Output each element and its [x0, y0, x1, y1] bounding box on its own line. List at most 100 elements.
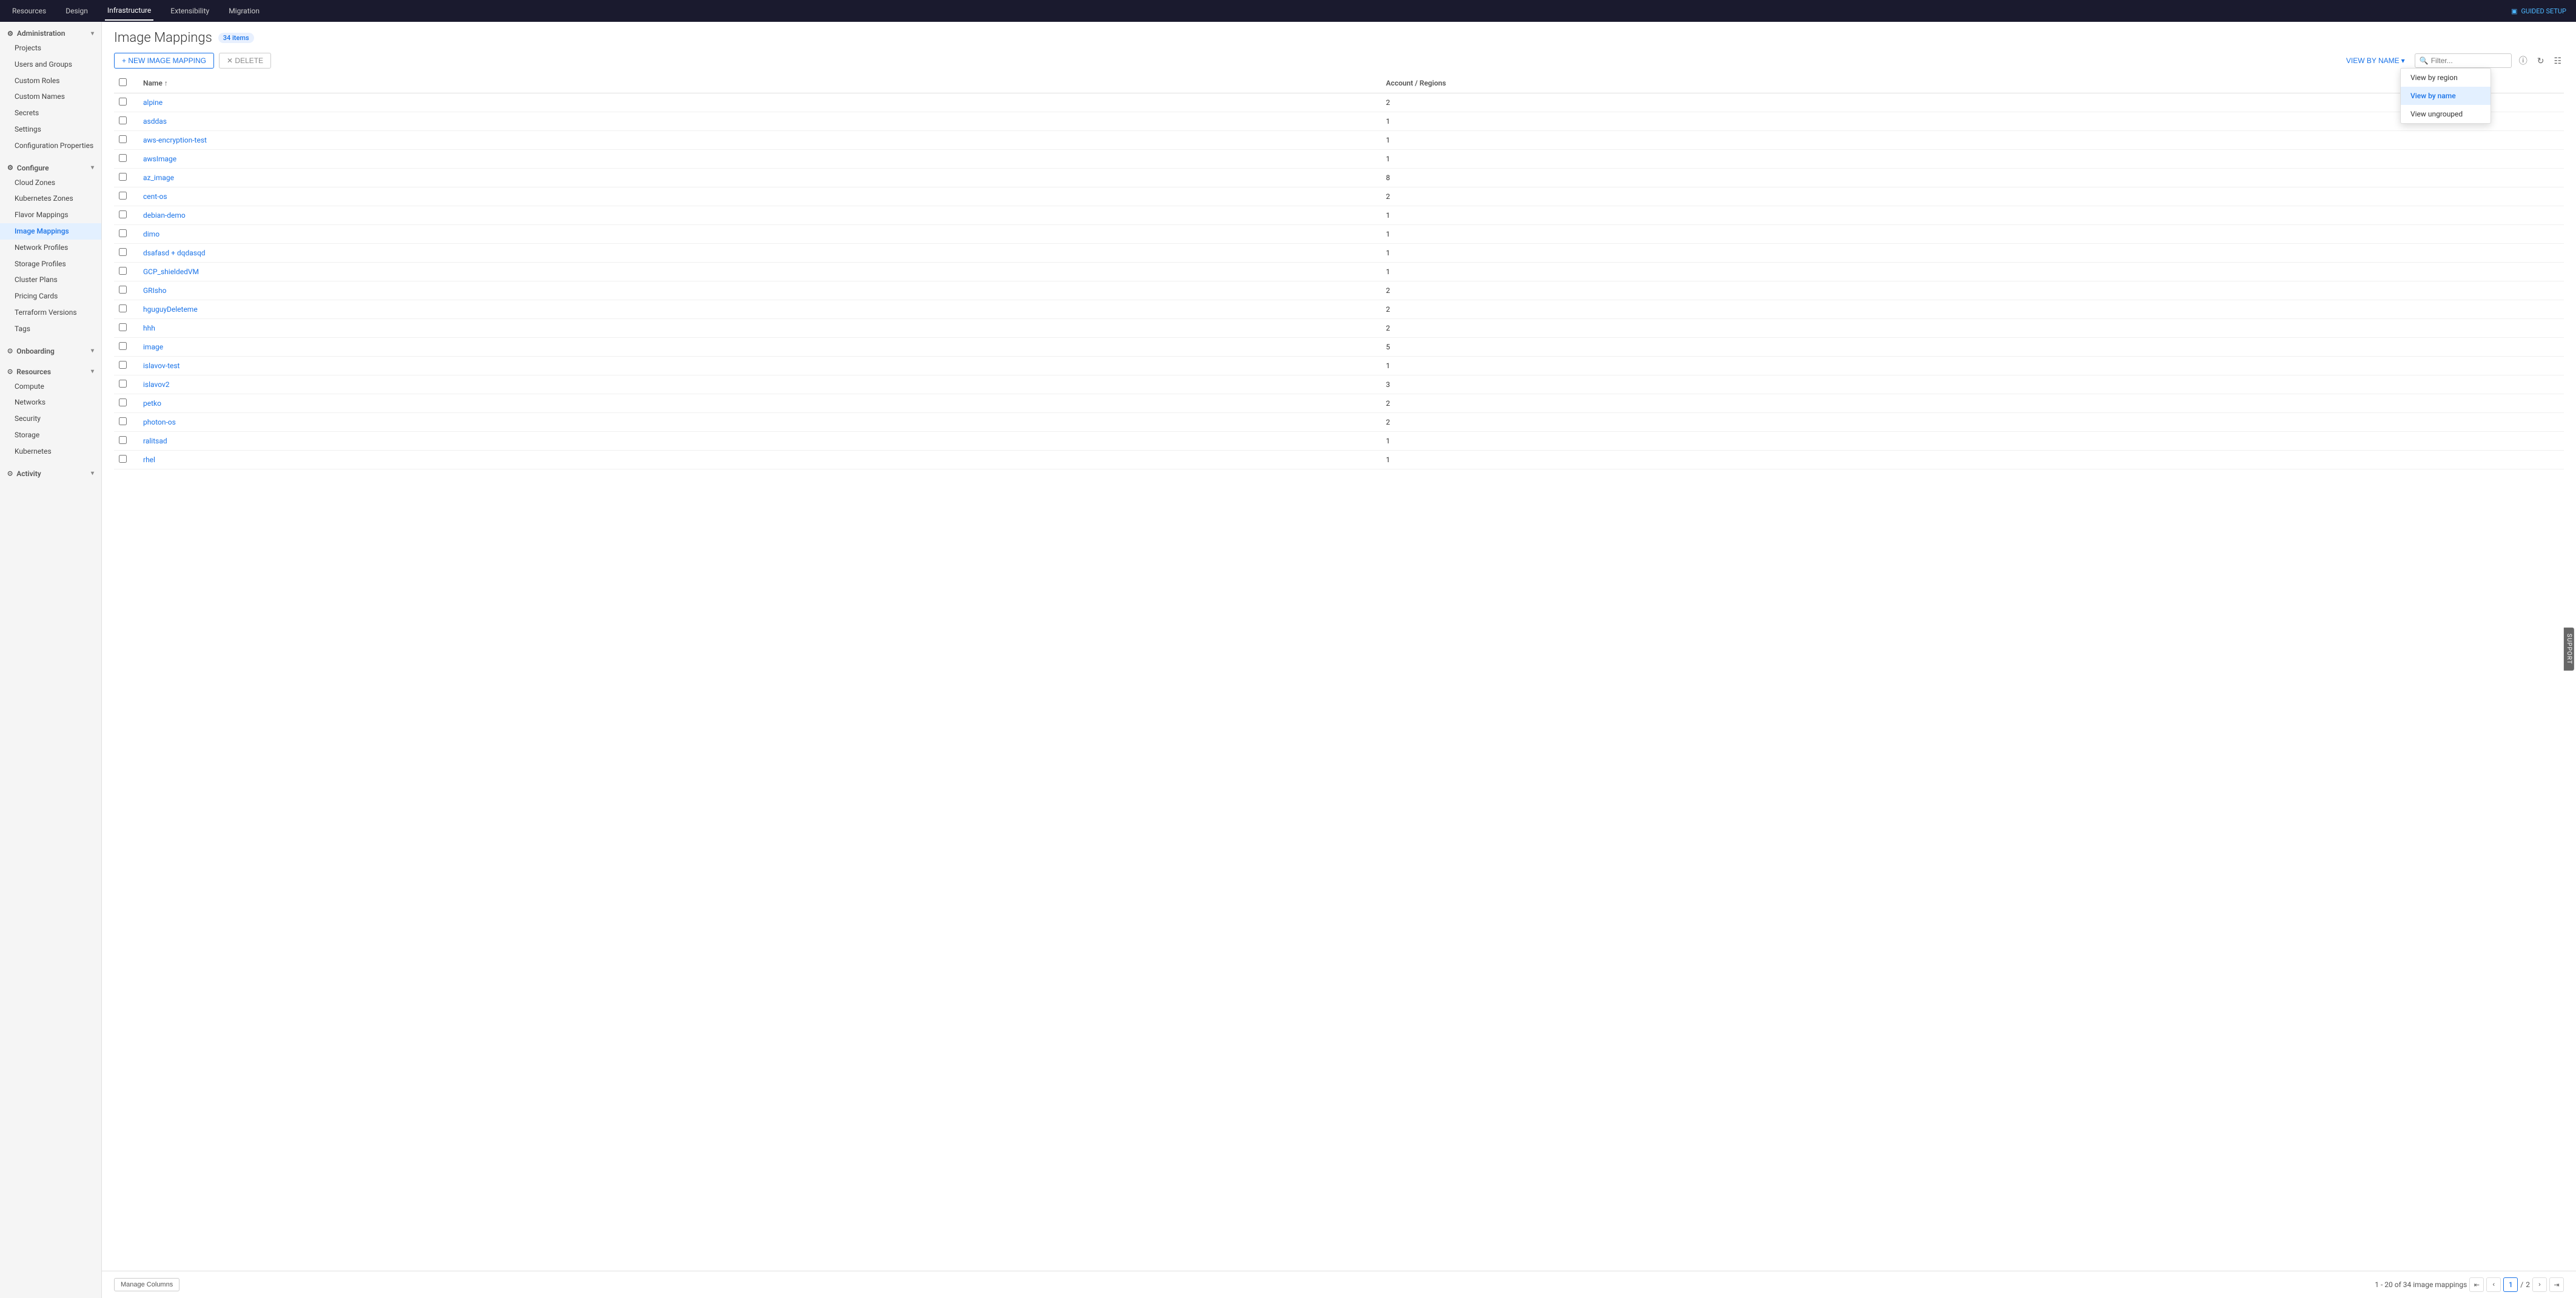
dropdown-view-ungrouped[interactable]: View ungrouped: [2401, 105, 2490, 123]
delete-button[interactable]: ✕ DELETE: [219, 53, 271, 69]
pagination-next-button[interactable]: ›: [2532, 1277, 2547, 1292]
sidebar-section-header-resources[interactable]: ⊙ Resources ▾: [0, 363, 101, 378]
row-checkbox-cell[interactable]: [114, 413, 136, 432]
row-checkbox[interactable]: [119, 154, 127, 162]
row-checkbox-cell[interactable]: [114, 131, 136, 150]
sidebar-section-header-onboarding[interactable]: ⊙ Onboarding ▾: [0, 342, 101, 358]
row-checkbox[interactable]: [119, 323, 127, 331]
row-name-link[interactable]: rhel: [143, 456, 155, 464]
row-checkbox[interactable]: [119, 436, 127, 444]
sidebar-section-header-activity[interactable]: ⊙ Activity ▾: [0, 465, 101, 480]
row-checkbox-cell[interactable]: [114, 93, 136, 112]
row-name-link[interactable]: az_image: [143, 173, 174, 182]
sidebar-item-compute[interactable]: Compute: [0, 378, 101, 395]
nav-design[interactable]: Design: [63, 2, 90, 20]
row-checkbox-cell[interactable]: [114, 451, 136, 469]
row-name-link[interactable]: hhh: [143, 324, 155, 332]
sidebar-item-cloud-zones[interactable]: Cloud Zones: [0, 175, 101, 191]
manage-columns-button[interactable]: Manage Columns: [114, 1278, 179, 1291]
row-checkbox[interactable]: [119, 455, 127, 463]
sidebar-item-pricing-cards[interactable]: Pricing Cards: [0, 288, 101, 304]
row-name-link[interactable]: GRIsho: [143, 286, 166, 295]
row-name-link[interactable]: awsImage: [143, 155, 176, 163]
new-image-mapping-button[interactable]: + NEW IMAGE MAPPING: [114, 53, 214, 69]
row-name-link[interactable]: hguguyDeleteme: [143, 305, 198, 314]
row-checkbox[interactable]: [119, 417, 127, 425]
row-checkbox-cell[interactable]: [114, 263, 136, 281]
row-checkbox[interactable]: [119, 173, 127, 181]
row-name-link[interactable]: photon-os: [143, 418, 176, 426]
sidebar-item-kubernetes-zones[interactable]: Kubernetes Zones: [0, 190, 101, 207]
info-icon-button[interactable]: ⓘ: [2517, 53, 2530, 68]
row-checkbox[interactable]: [119, 361, 127, 369]
row-checkbox[interactable]: [119, 304, 127, 312]
nav-migration[interactable]: Migration: [226, 2, 262, 20]
pagination-first-button[interactable]: ⇤: [2469, 1277, 2484, 1292]
sidebar-item-settings[interactable]: Settings: [0, 121, 101, 138]
view-by-button[interactable]: VIEW BY NAME ▾: [2341, 54, 2410, 67]
row-name-link[interactable]: petko: [143, 399, 161, 408]
row-name-link[interactable]: GCP_shieldedVM: [143, 267, 199, 276]
sidebar-item-tags[interactable]: Tags: [0, 321, 101, 337]
sidebar-item-custom-names[interactable]: Custom Names: [0, 89, 101, 105]
row-checkbox-cell[interactable]: [114, 338, 136, 357]
row-checkbox[interactable]: [119, 286, 127, 294]
row-name-link[interactable]: ralitsad: [143, 437, 167, 445]
sidebar-item-networks[interactable]: Networks: [0, 394, 101, 411]
nav-infrastructure[interactable]: Infrastructure: [105, 1, 153, 21]
sidebar-item-secrets[interactable]: Secrets: [0, 105, 101, 121]
row-checkbox-cell[interactable]: [114, 112, 136, 131]
row-name-link[interactable]: islavov2: [143, 380, 170, 389]
row-checkbox-cell[interactable]: [114, 357, 136, 375]
sidebar-section-header-administration[interactable]: ⚙ Administration ▾: [0, 24, 101, 40]
grid-view-icon-button[interactable]: ☷: [2551, 55, 2564, 67]
select-all-checkbox[interactable]: [119, 78, 127, 86]
sidebar-item-configuration-properties[interactable]: Configuration Properties: [0, 138, 101, 154]
row-checkbox-cell[interactable]: [114, 394, 136, 413]
row-checkbox[interactable]: [119, 98, 127, 106]
sidebar-item-flavor-mappings[interactable]: Flavor Mappings: [0, 207, 101, 223]
row-name-link[interactable]: asddas: [143, 117, 167, 126]
sidebar-section-header-configure[interactable]: ⚙ Configure ▾: [0, 159, 101, 175]
row-name-link[interactable]: aws-encryption-test: [143, 136, 207, 144]
row-checkbox-cell[interactable]: [114, 206, 136, 225]
row-checkbox[interactable]: [119, 398, 127, 406]
guided-setup-button[interactable]: GUIDED SETUP: [2521, 7, 2566, 15]
row-name-link[interactable]: image: [143, 343, 163, 351]
row-name-link[interactable]: islavov-test: [143, 361, 180, 370]
row-checkbox-cell[interactable]: [114, 375, 136, 394]
sidebar-item-cluster-plans[interactable]: Cluster Plans: [0, 272, 101, 288]
sidebar-item-security[interactable]: Security: [0, 411, 101, 427]
row-name-link[interactable]: alpine: [143, 98, 163, 107]
select-all-header[interactable]: [114, 73, 136, 93]
row-checkbox-cell[interactable]: [114, 244, 136, 263]
row-checkbox-cell[interactable]: [114, 169, 136, 187]
pagination-last-button[interactable]: ⇥: [2549, 1277, 2564, 1292]
refresh-icon-button[interactable]: ↻: [2535, 55, 2547, 67]
support-tab[interactable]: SUPPORT: [2564, 628, 2574, 671]
row-checkbox[interactable]: [119, 135, 127, 143]
sidebar-item-users-and-groups[interactable]: Users and Groups: [0, 56, 101, 73]
row-checkbox[interactable]: [119, 267, 127, 275]
filter-input[interactable]: [2415, 53, 2512, 68]
sidebar-item-kubernetes[interactable]: Kubernetes: [0, 443, 101, 460]
sidebar-item-terraform-versions[interactable]: Terraform Versions: [0, 304, 101, 321]
row-checkbox[interactable]: [119, 210, 127, 218]
row-name-link[interactable]: cent-os: [143, 192, 167, 201]
row-checkbox-cell[interactable]: [114, 300, 136, 319]
sidebar-item-projects[interactable]: Projects: [0, 40, 101, 56]
row-checkbox-cell[interactable]: [114, 319, 136, 338]
row-name-link[interactable]: dimo: [143, 230, 159, 238]
dropdown-view-by-region[interactable]: View by region: [2401, 69, 2490, 87]
row-checkbox[interactable]: [119, 229, 127, 237]
row-checkbox[interactable]: [119, 116, 127, 124]
row-checkbox[interactable]: [119, 342, 127, 350]
row-checkbox-cell[interactable]: [114, 281, 136, 300]
dropdown-view-by-name[interactable]: View by name: [2401, 87, 2490, 105]
row-checkbox-cell[interactable]: [114, 187, 136, 206]
row-checkbox[interactable]: [119, 248, 127, 256]
row-checkbox-cell[interactable]: [114, 225, 136, 244]
sidebar-item-storage-profiles[interactable]: Storage Profiles: [0, 256, 101, 272]
row-name-link[interactable]: debian-demo: [143, 211, 186, 220]
row-checkbox[interactable]: [119, 380, 127, 388]
